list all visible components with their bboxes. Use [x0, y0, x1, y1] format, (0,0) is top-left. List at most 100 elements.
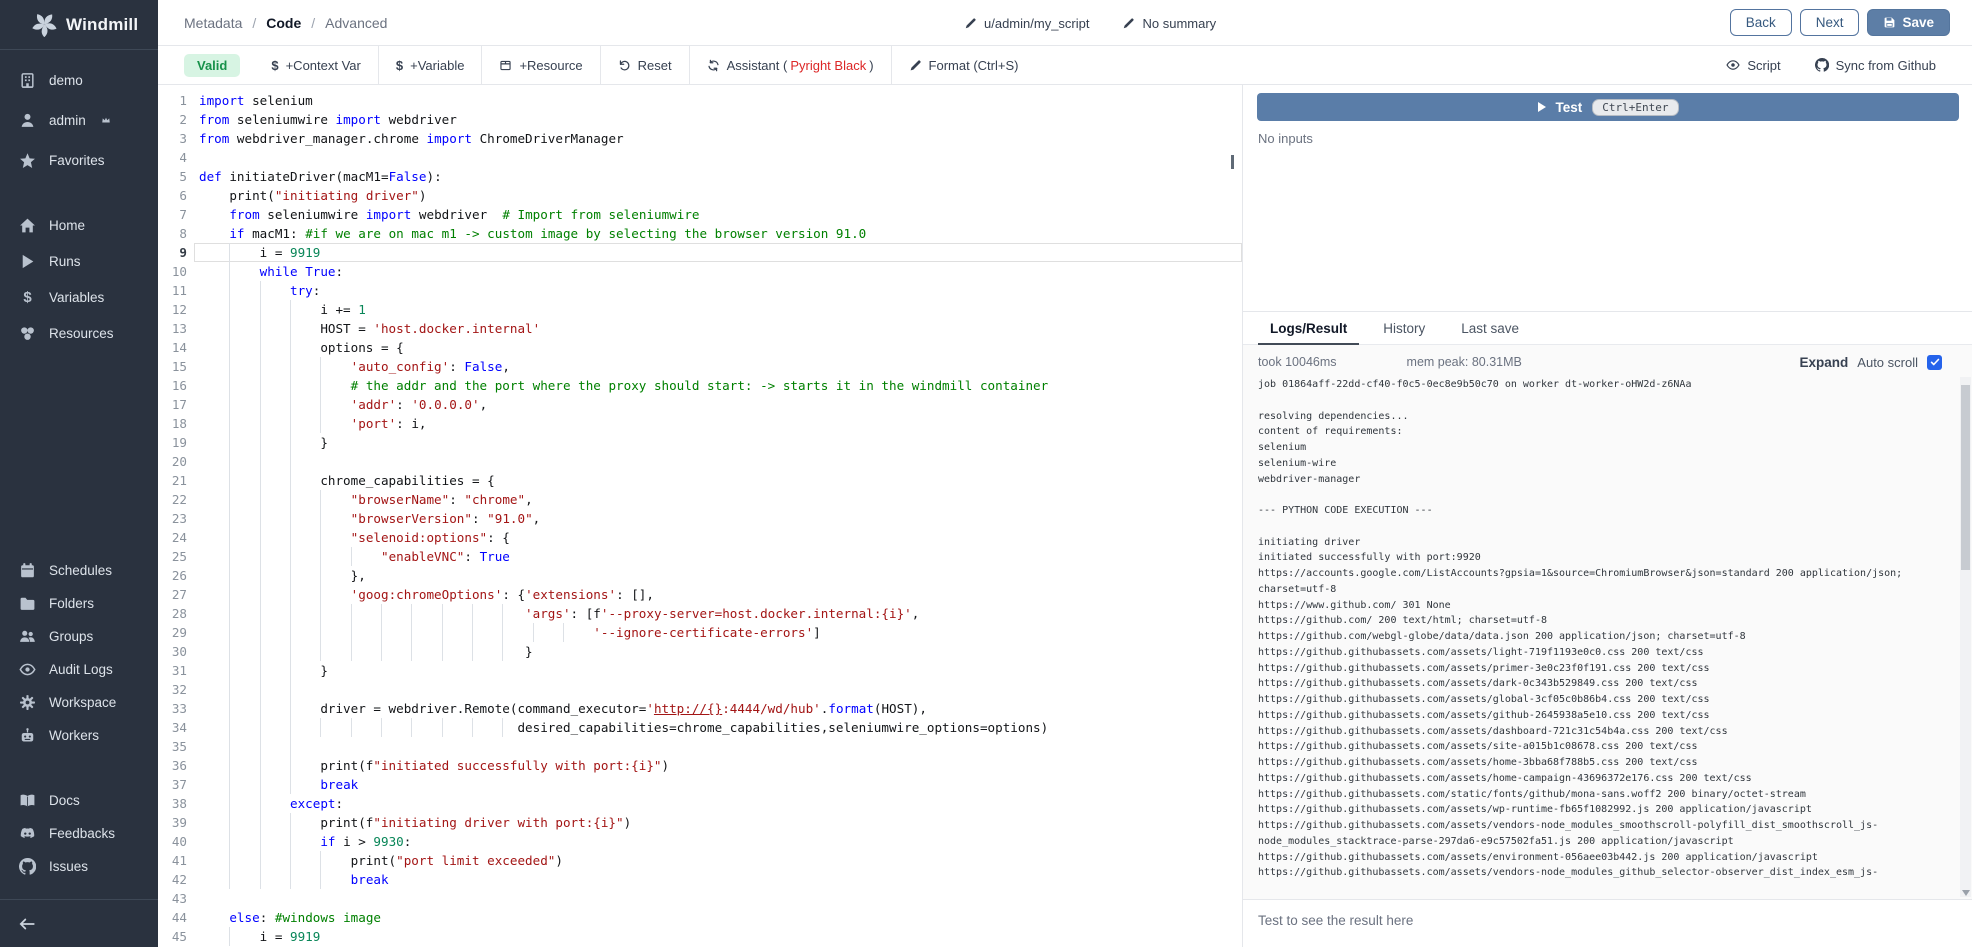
- line-number: 31: [158, 661, 187, 680]
- breadcrumb-advanced[interactable]: Advanced: [325, 15, 387, 31]
- resource-button[interactable]: +Resource: [482, 46, 599, 84]
- script-button[interactable]: Script: [1714, 58, 1792, 73]
- code-line-21: 21 chrome_capabilities = {: [158, 471, 1242, 490]
- line-number: 19: [158, 433, 187, 452]
- windmill-app: Windmill demo admin Favorites HomeRuns$Var…: [0, 0, 1972, 947]
- code-line-40: 40 if i > 9930:: [158, 832, 1242, 851]
- windmill-logo[interactable]: Windmill: [0, 0, 158, 50]
- editor-toolbar: Valid $+Context Var$+Variable+ResourceRe…: [158, 46, 1972, 85]
- code-line-content: break: [199, 775, 1242, 794]
- sidebar-item-demo[interactable]: demo: [0, 60, 158, 100]
- test-shortcut-kbd: Ctrl+Enter: [1592, 99, 1678, 116]
- header: Metadata/Code/Advanced u/admin/my_script…: [158, 0, 1972, 46]
- code-editor[interactable]: 1import selenium2from seleniumwire impor…: [158, 85, 1243, 947]
- sidebar-item-workspace[interactable]: Workspace: [0, 686, 158, 719]
- code-line-content: '--ignore-certificate-errors']: [199, 623, 1242, 642]
- variable-button[interactable]: $+Variable: [379, 46, 482, 84]
- line-number: 44: [158, 908, 187, 927]
- collapse-sidebar-button[interactable]: [12, 909, 42, 939]
- sidebar-item-resources[interactable]: Resources: [0, 315, 158, 351]
- auto-scroll-checkbox[interactable]: [1927, 355, 1942, 370]
- sidebar-item-workers[interactable]: Workers: [0, 719, 158, 752]
- tab-history[interactable]: History: [1371, 312, 1437, 344]
- code-line-6: 6 print("initiating driver"): [158, 186, 1242, 205]
- code-line-content: print("initiating driver"): [199, 186, 1242, 205]
- sidebar-item-docs[interactable]: Docs: [0, 784, 158, 817]
- sidebar-item-label: Docs: [49, 793, 80, 808]
- code-line-30: 30 }: [158, 642, 1242, 661]
- code-line-content: try:: [199, 281, 1242, 300]
- code-line-7: 7 from seleniumwire import webdriver # I…: [158, 205, 1242, 224]
- sidebar-item-label: Schedules: [49, 563, 112, 578]
- robot-icon: [19, 727, 36, 744]
- logs-meta-row: took 10046ms mem peak: 80.31MB Expand Au…: [1243, 345, 1972, 375]
- line-number: 15: [158, 357, 187, 376]
- tab-last-save[interactable]: Last save: [1449, 312, 1531, 344]
- test-button[interactable]: Test Ctrl+Enter: [1257, 93, 1959, 121]
- reset-button[interactable]: Reset: [601, 46, 689, 84]
- breadcrumb-code[interactable]: Code: [266, 15, 301, 31]
- sync-from-github-button[interactable]: Sync from Github: [1803, 58, 1948, 73]
- code-line-content: i += 1: [199, 300, 1242, 319]
- eye-icon: [1726, 58, 1740, 72]
- code-line-35: 35: [158, 737, 1242, 756]
- code-line-5: 5def initiateDriver(macM1=False):: [158, 167, 1242, 186]
- line-number: 1: [158, 91, 187, 110]
- result-tabs: Logs/Result History Last save: [1243, 311, 1972, 345]
- star-icon: [19, 152, 36, 169]
- line-number: 13: [158, 319, 187, 338]
- sidebar-item-groups[interactable]: Groups: [0, 620, 158, 653]
- code-line-content: print("port limit exceeded"): [199, 851, 1242, 870]
- back-button[interactable]: Back: [1730, 9, 1792, 36]
- sidebar-item-runs[interactable]: Runs: [0, 243, 158, 279]
- sidebar-item-folders[interactable]: Folders: [0, 587, 158, 620]
- assistant-button[interactable]: Assistant (Pyright Black): [690, 46, 891, 84]
- code-line-28: 28 'args': [f'--proxy-server=host.docker…: [158, 604, 1242, 623]
- script-path-edit[interactable]: u/admin/my_script: [965, 16, 1089, 31]
- line-number: 16: [158, 376, 187, 395]
- code-line-content: }: [199, 661, 1242, 680]
- code-line-content: print(f"initiating driver with port:{i}"…: [199, 813, 1242, 832]
- code-line-content: 'auto_config': False,: [199, 357, 1242, 376]
- pinwheel-icon: [32, 12, 57, 37]
- code-line-1: 1import selenium: [158, 91, 1242, 110]
- context-var-button[interactable]: $+Context Var: [254, 46, 378, 84]
- undo-icon: [618, 59, 631, 72]
- summary-edit[interactable]: No summary: [1123, 16, 1216, 31]
- line-number: 3: [158, 129, 187, 148]
- scrollbar-down-arrow: [1962, 890, 1970, 896]
- breadcrumb-metadata[interactable]: Metadata: [184, 15, 242, 31]
- code-line-16: 16 # the addr and the port where the pro…: [158, 376, 1242, 395]
- code-line-content: },: [199, 566, 1242, 585]
- toolbar-button-label: Reset: [638, 58, 672, 73]
- sidebar-item-admin[interactable]: admin: [0, 100, 158, 140]
- logs-scrollbar[interactable]: [1960, 377, 1971, 897]
- sidebar-item-feedbacks[interactable]: Feedbacks: [0, 817, 158, 850]
- code-line-content: # the addr and the port where the proxy …: [199, 376, 1242, 395]
- save-button[interactable]: Save: [1867, 9, 1950, 36]
- code-line-31: 31 }: [158, 661, 1242, 680]
- code-line-content: 'port': i,: [199, 414, 1242, 433]
- sidebar-item-home[interactable]: Home: [0, 207, 158, 243]
- logs-scrollbar-thumb[interactable]: [1961, 385, 1970, 570]
- sidebar-item-favorites[interactable]: Favorites: [0, 140, 158, 180]
- sidebar-item-label: admin: [49, 113, 86, 128]
- line-number: 14: [158, 338, 187, 357]
- tab-logs-result[interactable]: Logs/Result: [1258, 312, 1359, 344]
- code-line-content: except:: [199, 794, 1242, 813]
- code-line-42: 42 break: [158, 870, 1242, 889]
- sidebar-item-label: Workspace: [49, 695, 116, 710]
- sidebar-item-schedules[interactable]: Schedules: [0, 554, 158, 587]
- sidebar-item-variables[interactable]: $Variables: [0, 279, 158, 315]
- line-number: 18: [158, 414, 187, 433]
- save-label: Save: [1902, 15, 1934, 30]
- next-button[interactable]: Next: [1800, 9, 1860, 36]
- format-ctrl-s-button[interactable]: Format (Ctrl+S): [892, 46, 1036, 84]
- building-icon: [19, 72, 36, 89]
- line-number: 5: [158, 167, 187, 186]
- sidebar-item-audit-logs[interactable]: Audit Logs: [0, 653, 158, 686]
- line-number: 25: [158, 547, 187, 566]
- no-inputs-text: No inputs: [1258, 131, 1972, 146]
- expand-logs-link[interactable]: Expand: [1800, 355, 1849, 370]
- sidebar-item-issues[interactable]: Issues: [0, 850, 158, 883]
